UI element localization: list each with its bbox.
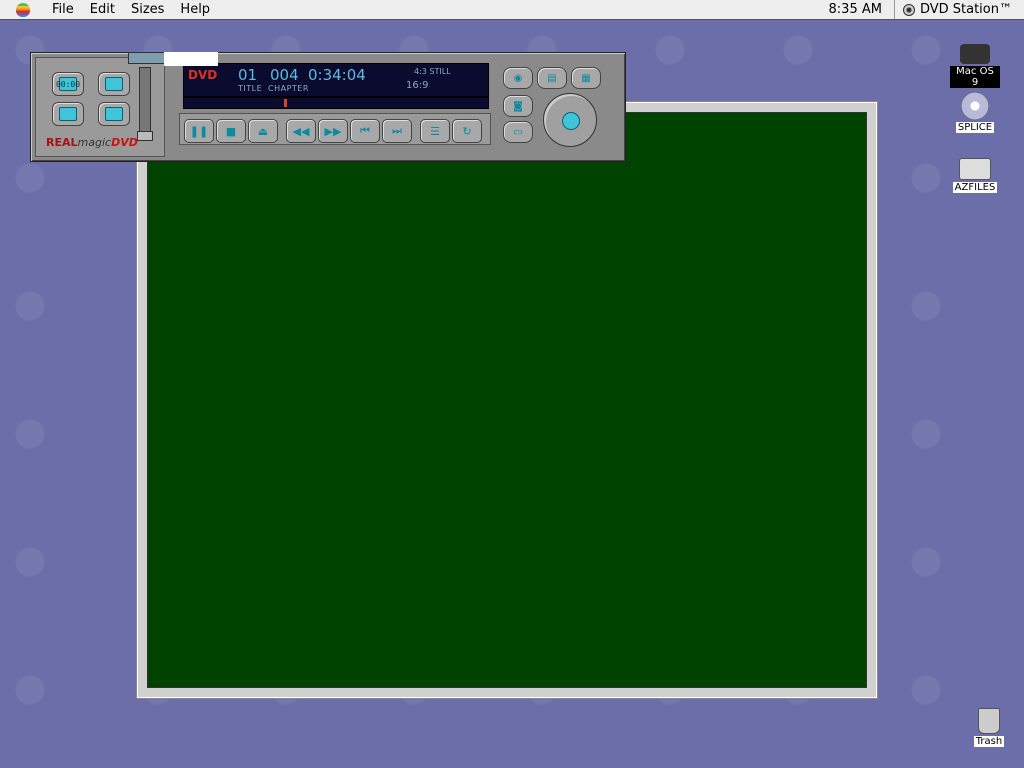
audio-button[interactable]: ◉	[503, 67, 533, 89]
next-chapter-button[interactable]: ⏭	[382, 119, 412, 143]
dvd-app-icon	[902, 3, 915, 16]
lcd-widescreen: 16:9	[406, 80, 429, 91]
logo-magic: magic	[77, 136, 112, 149]
list-icon: ☰	[430, 124, 440, 138]
lcd-chapter-number: 004	[270, 66, 299, 84]
repeat-icon: ↻	[462, 124, 472, 138]
desktop-icon-azfiles[interactable]: AZFILES	[950, 158, 1000, 193]
lcd-dvd-label: DVD	[188, 68, 218, 82]
dvd-player-controller[interactable]: 00:00 REALmagicDVD DVD 01 004 0:34:04 TI…	[30, 52, 626, 162]
caption-icon: ▭	[513, 126, 523, 138]
caption-button[interactable]: ▭	[503, 121, 533, 143]
logo-dvd: DVD	[111, 136, 138, 149]
logo-real: REAL	[46, 136, 78, 149]
folder-icon	[105, 77, 123, 91]
previous-icon: ⏮	[360, 124, 370, 137]
menu-clock[interactable]: 8:35 AM	[817, 0, 895, 19]
desktop-icon-label: AZFILES	[952, 182, 998, 193]
tv-button[interactable]	[52, 102, 84, 126]
time-display-button[interactable]: 00:00	[52, 72, 84, 96]
lcd-time: 0:34:04	[308, 66, 366, 84]
application-menu-label: DVD Station™	[919, 2, 1012, 17]
menu-file[interactable]: File	[44, 2, 82, 17]
menu-edit[interactable]: Edit	[82, 2, 123, 17]
lcd-title-number: 01	[238, 66, 258, 84]
folder-button[interactable]	[98, 72, 130, 96]
player-window-tab[interactable]	[128, 52, 166, 64]
desktop-icon-trash[interactable]: Trash	[964, 708, 1014, 747]
desktop-icon-macos9[interactable]: Mac OS 9	[950, 44, 1000, 88]
dvd-disc-icon	[961, 92, 989, 120]
apple-menu-icon[interactable]	[16, 2, 30, 17]
pause-icon: ❚❚	[189, 124, 209, 138]
volume-slider-knob[interactable]	[137, 131, 153, 141]
video-window[interactable]	[136, 101, 878, 699]
application-menu[interactable]: DVD Station™	[895, 2, 1024, 17]
subtitle-icon: ▤	[547, 72, 557, 84]
navigation-pad[interactable]	[543, 93, 597, 147]
volume-slider-track[interactable]	[139, 67, 151, 141]
subtitle-button[interactable]: ▤	[537, 67, 567, 89]
open-folder-icon	[105, 107, 123, 121]
eject-icon: ⏏	[257, 124, 269, 138]
player-title-field	[164, 52, 218, 66]
eject-button[interactable]: ⏏	[248, 119, 278, 143]
realmagic-logo: REALmagicDVD	[46, 136, 138, 149]
transport-panel: ❚❚ ■ ⏏ ◀◀ ▶▶ ⏮ ⏭ ☰ ↻	[179, 113, 491, 145]
progress-position[interactable]	[284, 99, 287, 107]
stop-icon: ■	[225, 124, 237, 138]
rewind-icon: ◀◀	[292, 124, 310, 138]
fast-forward-button[interactable]: ▶▶	[318, 119, 348, 143]
layout-button[interactable]: ▦	[571, 67, 601, 89]
lcd-title-label: TITLE	[238, 84, 263, 93]
audio-icon: ◉	[513, 72, 523, 84]
rewind-button[interactable]: ◀◀	[286, 119, 316, 143]
progress-bar[interactable]	[183, 97, 489, 109]
menu-bar-right: 8:35 AM DVD Station™	[817, 0, 1024, 19]
open-folder-button[interactable]	[98, 102, 130, 126]
network-drive-icon	[959, 158, 991, 180]
lcd-chapter-label: CHAPTER	[268, 84, 309, 93]
camera-angle-button[interactable]: ◙	[503, 95, 533, 117]
previous-chapter-button[interactable]: ⏮	[350, 119, 380, 143]
menu-bar: File Edit Sizes Help 8:35 AM DVD Station…	[0, 0, 1024, 20]
video-display	[147, 112, 867, 688]
lcd-display: DVD 01 004 0:34:04 TITLE CHAPTER 4:3 STI…	[183, 63, 489, 97]
lcd-aspect: 4:3 STILL	[414, 67, 451, 76]
next-icon: ⏭	[392, 124, 402, 137]
enter-button[interactable]	[562, 112, 580, 130]
grid-icon: ▦	[581, 72, 591, 84]
menu-sizes[interactable]: Sizes	[123, 2, 172, 17]
time-button-label: 00:00	[56, 77, 80, 91]
repeat-button[interactable]: ↻	[452, 119, 482, 143]
desktop-icon-label: Trash	[973, 736, 1005, 747]
pause-button[interactable]: ❚❚	[184, 119, 214, 143]
trash-icon	[978, 708, 1000, 734]
desktop-icon-label: Mac OS 9	[950, 66, 1000, 88]
stop-button[interactable]: ■	[216, 119, 246, 143]
camera-icon: ◙	[513, 100, 523, 112]
tv-icon	[59, 107, 77, 121]
desktop-icon-splice[interactable]: SPLICE	[950, 92, 1000, 133]
desktop-icon-label: SPLICE	[955, 122, 995, 133]
hard-disk-icon	[960, 44, 990, 64]
menu-list-button[interactable]: ☰	[420, 119, 450, 143]
menu-help[interactable]: Help	[172, 2, 218, 17]
fast-forward-icon: ▶▶	[324, 124, 342, 138]
